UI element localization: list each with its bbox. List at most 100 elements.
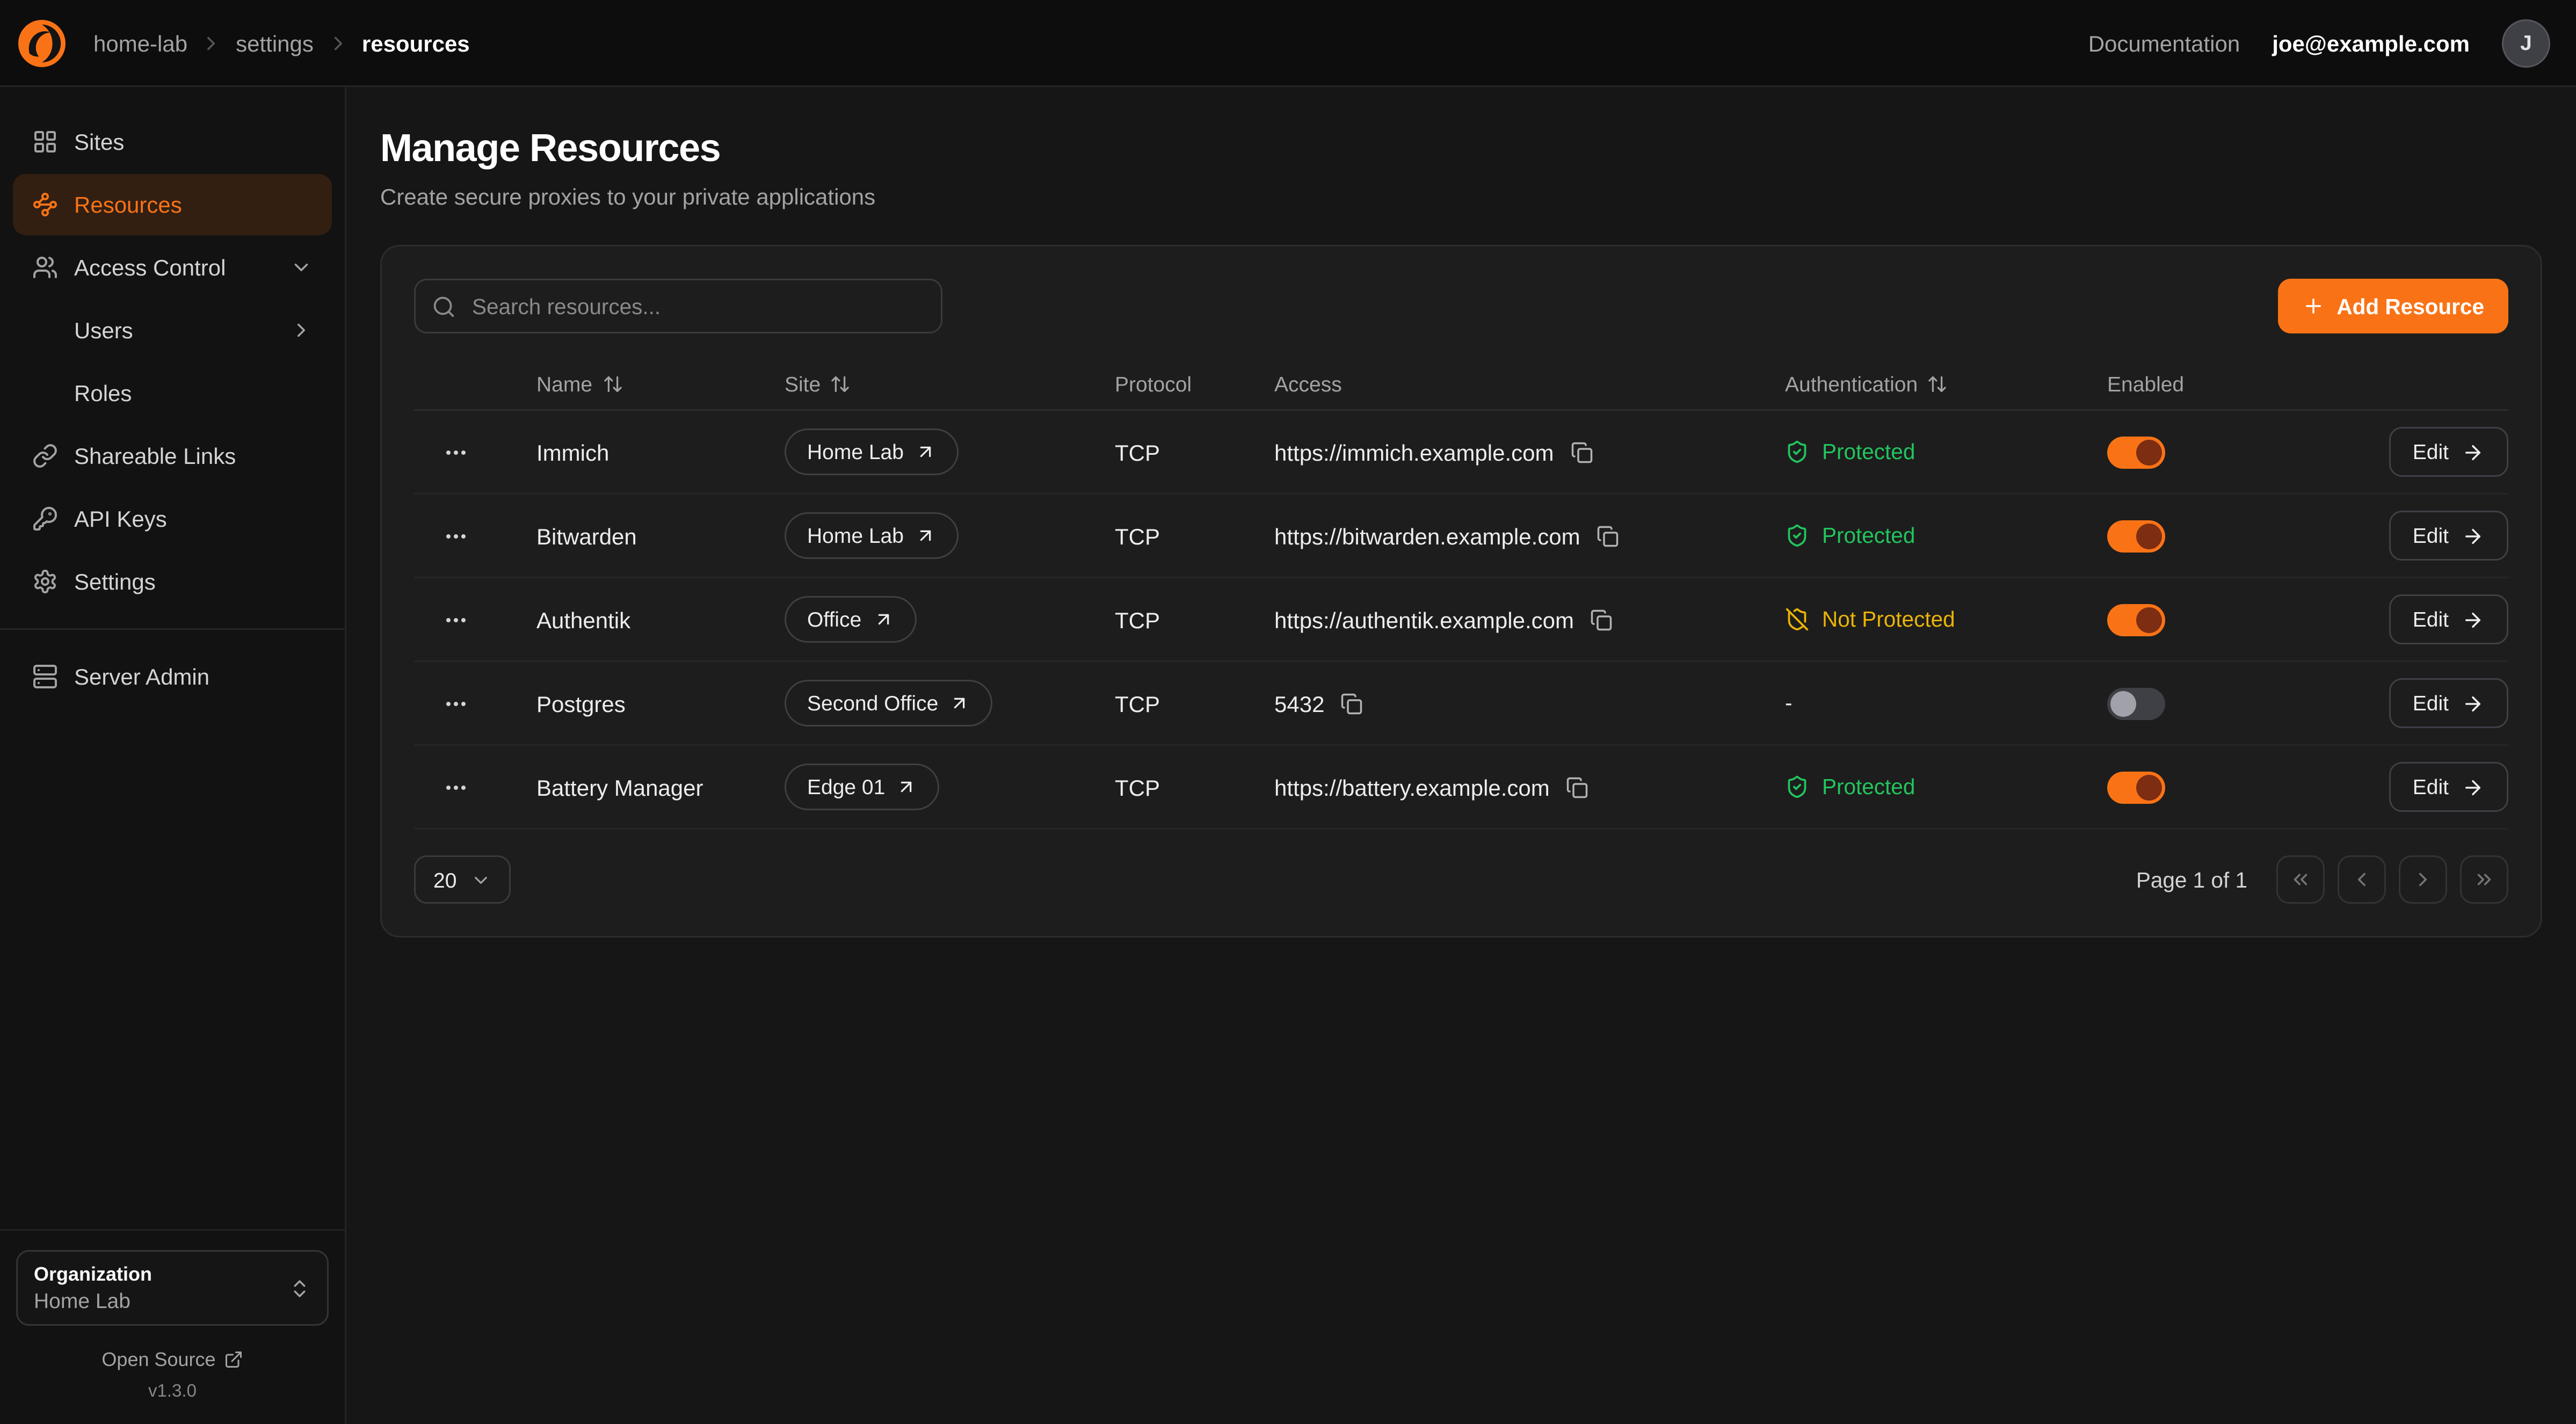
page-size-value: 20 [433,868,456,892]
first-page-button[interactable] [2276,855,2325,904]
copy-icon[interactable] [1587,605,1616,634]
arrow-up-right-icon [949,693,970,714]
open-source-link[interactable]: Open Source [16,1348,329,1371]
row-actions-button[interactable] [440,687,472,720]
auth-status: - [1759,691,2081,715]
key-icon [32,506,58,532]
protocol: TCP [1089,774,1249,800]
sidebar-item-roles[interactable]: Roles [13,362,332,424]
next-page-button[interactable] [2399,855,2447,904]
sidebar-item-access-control[interactable]: Access Control [13,237,332,298]
organization-selector[interactable]: Organization Home Lab [16,1250,329,1326]
enabled-toggle[interactable] [2107,436,2165,468]
row-actions-button[interactable] [440,771,472,803]
avatar[interactable]: J [2502,19,2550,67]
sidebar-item-label: Sites [74,129,124,155]
auth-status: Protected [1759,524,2081,548]
edit-button[interactable]: Edit [2389,427,2508,477]
sidebar-item-server-admin[interactable]: Server Admin [13,646,332,707]
site-name: Home Lab [807,524,904,548]
shield-check-icon [1785,524,1809,548]
sidebar-item-shareable-links[interactable]: Shareable Links [13,425,332,486]
access-port: 5432 [1274,691,1324,716]
chevron-down-icon [471,869,492,890]
header-authentication[interactable]: Authentication [1759,372,2081,396]
page-subtitle: Create secure proxies to your private ap… [380,184,2542,209]
copy-icon[interactable] [1337,689,1366,718]
enabled-toggle[interactable] [2107,687,2165,720]
sidebar-item-label: Resources [74,192,182,217]
previous-page-button[interactable] [2338,855,2386,904]
sidebar-item-label: Roles [74,380,132,406]
app-logo-icon[interactable] [16,17,68,69]
resources-card: Add Resource Name Site P [380,245,2542,938]
copy-icon[interactable] [1563,773,1592,802]
sidebar-item-sites[interactable]: Sites [13,111,332,172]
enabled-toggle[interactable] [2107,771,2165,803]
link-icon [32,443,58,469]
documentation-link[interactable]: Documentation [2088,30,2240,56]
site-link[interactable]: Home Lab [785,428,959,475]
sidebar-item-resources[interactable]: Resources [13,174,332,235]
site-name: Office [807,607,861,631]
header-name[interactable]: Name [511,372,759,396]
site-link[interactable]: Office [785,596,916,643]
copy-icon[interactable] [1593,521,1622,550]
organization-value: Home Lab [34,1289,152,1313]
ellipsis-icon [443,774,469,800]
breadcrumb-resources[interactable]: resources [362,30,470,56]
external-link-icon [224,1350,243,1369]
protocol: TCP [1089,523,1249,549]
site-link[interactable]: Edge 01 [785,764,940,810]
chevron-right-icon [200,32,223,54]
edit-button[interactable]: Edit [2389,511,2508,561]
edit-button[interactable]: Edit [2389,594,2508,644]
version-label: v1.3.0 [16,1382,329,1401]
search-box [414,279,942,333]
table-row: Postgres Second Office TCP 5432 - Edit [414,662,2508,746]
resource-name: Battery Manager [511,774,759,800]
sidebar: Sites Resources Access Control Users Rol… [0,87,346,1424]
enabled-toggle[interactable] [2107,520,2165,552]
auth-status: Protected [1759,440,2081,464]
page-size-select[interactable]: 20 [414,855,511,904]
arrow-up-right-icon [896,776,917,797]
chevron-right-icon [326,32,349,54]
site-link[interactable]: Second Office [785,680,993,726]
divider [0,628,345,630]
search-input[interactable] [469,293,925,320]
table-row: Authentik Office TCP https://authentik.e… [414,578,2508,662]
topbar-right: Documentation joe@example.com J [2088,19,2550,67]
row-actions-button[interactable] [440,520,472,552]
resources-table: Name Site Protocol Access Authentication [414,359,2508,830]
header-site[interactable]: Site [759,372,1089,396]
sidebar-item-users[interactable]: Users [13,300,332,361]
sidebar-item-label: API Keys [74,506,167,532]
last-page-button[interactable] [2460,855,2508,904]
ellipsis-icon [443,691,469,716]
row-actions-button[interactable] [440,604,472,636]
arrow-right-icon [2462,525,2484,547]
sidebar-item-label: Server Admin [74,664,209,689]
enabled-toggle[interactable] [2107,604,2165,636]
edit-button[interactable]: Edit [2389,678,2508,728]
row-actions-button[interactable] [440,436,472,468]
breadcrumb-settings[interactable]: settings [236,30,314,56]
app-root: home-lab settings resources Documentatio… [0,0,2576,1424]
resources-icon [32,192,58,217]
arrow-right-icon [2462,608,2484,631]
breadcrumb-org[interactable]: home-lab [93,30,187,56]
user-email[interactable]: joe@example.com [2272,30,2470,56]
shield-off-icon [1785,607,1809,631]
sidebar-item-api-keys[interactable]: API Keys [13,488,332,549]
table-row: Immich Home Lab TCP https://immich.examp… [414,411,2508,495]
sidebar-item-settings[interactable]: Settings [13,551,332,612]
site-link[interactable]: Home Lab [785,512,959,559]
add-resource-label: Add Resource [2336,294,2484,318]
edit-button[interactable]: Edit [2389,762,2508,812]
chevrons-left-icon [2289,868,2312,891]
copy-icon[interactable] [1567,438,1596,467]
site-name: Second Office [807,691,938,715]
arrow-right-icon [2462,441,2484,463]
add-resource-button[interactable]: Add Resource [2279,279,2508,333]
